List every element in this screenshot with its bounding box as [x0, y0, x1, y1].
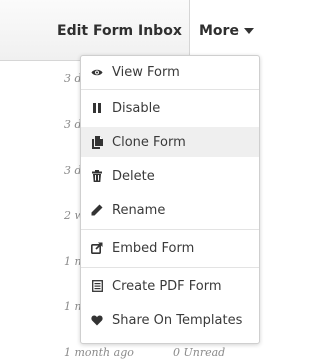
unread-count: 0 Unread: [173, 346, 226, 359]
menu-item-label: Rename: [112, 202, 166, 218]
embed-icon: [91, 241, 103, 255]
more-menu-button[interactable]: More: [199, 23, 254, 39]
menu-item-share-on-templates[interactable]: Share On Templates: [81, 305, 259, 335]
row-date: 1 month ago: [64, 346, 134, 359]
menu-item-disable[interactable]: Disable: [81, 93, 259, 123]
menu-divider: [81, 229, 259, 230]
menu-item-rename[interactable]: Rename: [81, 195, 259, 225]
menu-item-embed-form[interactable]: Embed Form: [81, 233, 259, 263]
menu-item-label: Share On Templates: [112, 312, 243, 328]
pause-icon: [91, 101, 103, 115]
menu-item-view-form[interactable]: View Form: [81, 57, 259, 87]
more-label: More: [199, 23, 239, 39]
menu-item-delete[interactable]: Delete: [81, 161, 259, 191]
menu-divider: [81, 267, 259, 268]
menu-item-create-pdf-form[interactable]: Create PDF Form: [81, 271, 259, 301]
heart-icon: [91, 313, 103, 327]
caret-down-icon: [243, 28, 254, 34]
menu-item-label: Create PDF Form: [112, 278, 222, 294]
edit-form-link[interactable]: Edit Form: [57, 23, 133, 39]
row-date: 3 d: [64, 118, 82, 131]
copy-icon: [91, 135, 103, 149]
eye-icon: [91, 65, 103, 79]
row-date: 3 d: [64, 164, 82, 177]
inbox-link[interactable]: Inbox: [138, 23, 182, 39]
menu-item-label: View Form: [112, 64, 180, 80]
top-nav-bar: Edit Form Inbox More: [0, 0, 268, 61]
menu-item-label: Delete: [112, 168, 155, 184]
more-dropdown-menu: View Form Disable Clone Form Delete Rena…: [80, 55, 260, 344]
row-date: 3 d: [64, 72, 82, 85]
menu-item-label: Disable: [112, 100, 161, 116]
pencil-icon: [91, 203, 103, 217]
trash-icon: [91, 169, 103, 183]
menu-item-clone-form[interactable]: Clone Form: [81, 127, 259, 157]
menu-item-label: Clone Form: [112, 134, 186, 150]
menu-divider: [81, 89, 259, 90]
menu-item-label: Embed Form: [112, 240, 195, 256]
pdf-document-icon: [91, 279, 103, 293]
